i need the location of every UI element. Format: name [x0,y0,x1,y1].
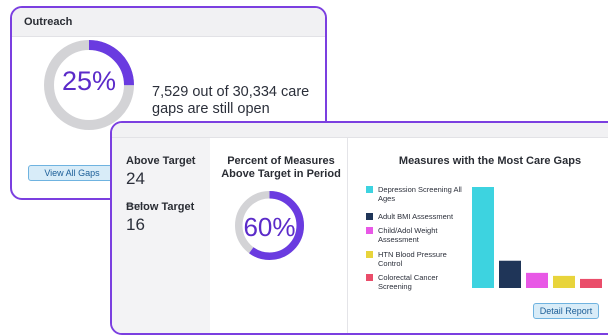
legend-swatch [366,274,373,281]
target-summary-panel: Above Target 24 Below Target 16 [112,138,210,333]
percent-above-target-value: 60% [243,212,296,242]
legend-label: HTN Blood Pressure Control [378,250,447,268]
legend-label: Adult BMI Assessment [378,212,454,221]
outreach-percent: 25% [61,66,117,96]
legend-item: Depression Screening All Ages [366,185,466,203]
chart-legend: Depression Screening All Ages Adult BMI A… [366,185,466,291]
legend-swatch [366,186,373,193]
performance-card: Above Target 24 Below Target 16 Percent … [110,121,608,335]
care-gaps-chart-title: Measures with the Most Care Gaps [398,155,582,167]
care-gaps-bar-chart [472,187,602,288]
chart-bar [499,260,521,288]
percent-above-target-title: Percent of Measures Above Target in Peri… [221,155,341,180]
performance-header [112,123,608,138]
chart-bar [553,275,575,288]
legend-item: Colorectal Cancer Screening [366,273,466,291]
legend-swatch [366,213,373,220]
below-target-label: Below Target [126,201,195,213]
view-all-gaps-button[interactable]: View All Gaps [28,165,116,181]
chart-bar [472,187,494,288]
outreach-title: Outreach [12,8,325,37]
below-target-value: 16 [126,215,145,234]
legend-label: Depression Screening All Ages [378,185,462,203]
legend-swatch [366,227,373,234]
open-gaps-text: 7,529 out of 30,334 care gaps are still … [152,84,310,117]
above-target-label: Above Target [126,155,196,167]
legend-item: Adult BMI Assessment [366,212,466,221]
legend-item: Child/Adol Weight Assessment [366,226,466,244]
above-target-value: 24 [126,169,145,188]
legend-label: Colorectal Cancer Screening [378,273,439,291]
chart-bar [580,278,602,288]
legend-swatch [366,251,373,258]
panel-divider [347,138,348,333]
detail-report-button[interactable]: Detail Report [533,303,599,319]
chart-bar [526,272,548,288]
legend-item: HTN Blood Pressure Control [366,250,466,268]
legend-label: Child/Adol Weight Assessment [378,226,438,244]
